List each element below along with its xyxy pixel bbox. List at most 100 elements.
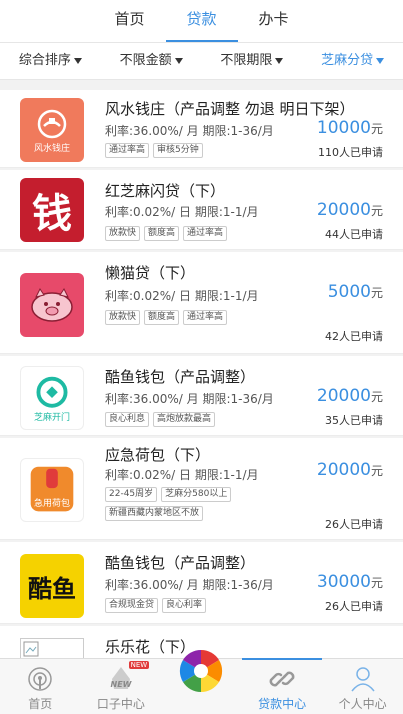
- aperture-icon: [179, 649, 223, 696]
- loan-rate: 利率:0.02%/ 日 期限:1-1/月: [105, 205, 259, 219]
- loan-rate: 利率:0.02%/ 日 期限:1-1/月: [105, 468, 259, 482]
- loan-tags: 放款快 额度高 通过率高: [105, 226, 305, 241]
- logo-text: 风水钱庄: [33, 144, 70, 154]
- loan-amount: 30000元: [317, 572, 383, 592]
- loan-title: 酷鱼钱包（产品调整）: [105, 368, 256, 386]
- new-badge: NEW: [128, 661, 150, 669]
- nav-profile[interactable]: 个人中心: [322, 659, 403, 714]
- nav-loan-center-label: 贷款中心: [258, 697, 307, 711]
- applicant-count: 26人已申请: [325, 518, 383, 531]
- amount-unit: 元: [370, 390, 383, 404]
- applicant-count: 35人已申请: [325, 414, 383, 427]
- nav-kouzi[interactable]: NEW NEW 口子中心: [81, 659, 162, 714]
- loan-tags: 放款快 额度高 通过率高: [105, 310, 305, 325]
- caret-down-icon: [376, 57, 385, 64]
- piggy-logo-icon: [20, 273, 84, 337]
- nav-home-label: 首页: [28, 697, 53, 711]
- applicant-count: 110人已申请: [318, 146, 383, 159]
- filter-term[interactable]: 不限期限: [202, 43, 303, 79]
- amount-value: 5000: [327, 282, 371, 302]
- loan-title: 红芝麻闪贷（下）: [105, 182, 226, 200]
- user-icon: [349, 665, 377, 696]
- fengshui-logo-icon: 风水钱庄: [20, 98, 84, 162]
- loan-item[interactable]: 懒猫贷（下） 利率:0.02%/ 日 期限:1-1/月 放款快 额度高 通过率高…: [0, 252, 403, 354]
- tag: 放款快: [105, 310, 141, 325]
- caret-down-icon: [275, 57, 284, 64]
- filter-amount-label: 不限金额: [119, 53, 172, 68]
- new-icon: NEW: [106, 665, 136, 696]
- loan-tags: 合规现金贷 良心利率: [105, 598, 305, 613]
- amount-unit: 元: [370, 576, 383, 590]
- loan-item[interactable]: 急用荷包 应急荷包（下） 利率:0.02%/ 日 期限:1-1/月 22-45周…: [0, 438, 403, 540]
- bottom-nav: 首页 NEW NEW 口子中心 贷款中心 个人中心: [0, 649, 403, 714]
- filter-bar: 综合排序 不限金额 不限期限 芝麻分贷: [0, 42, 403, 80]
- logo-text: 钱: [32, 190, 72, 237]
- loan-amount: 5000元: [328, 282, 383, 302]
- caret-down-icon: [73, 57, 82, 64]
- tag: 额度高: [144, 226, 180, 241]
- filter-zhima[interactable]: 芝麻分贷: [302, 43, 403, 79]
- amount-unit: 元: [370, 204, 383, 218]
- tag: 高炮放款最高: [153, 412, 216, 427]
- tag: 合规现金贷: [105, 598, 159, 613]
- tag: 审核5分钟: [153, 143, 203, 158]
- loan-item[interactable]: 酷鱼 酷鱼钱包（产品调整） 利率:36.00%/ 月 期限:1-36/月 合规现…: [0, 542, 403, 624]
- amount-value: 20000: [316, 460, 371, 480]
- nav-loan-center[interactable]: 贷款中心: [241, 658, 323, 714]
- amount-unit: 元: [370, 286, 383, 300]
- qian-logo-icon: 钱: [20, 178, 84, 242]
- loan-title: 应急荷包（下）: [105, 446, 211, 464]
- loan-tags: 良心利息 高炮放款最高: [105, 412, 305, 427]
- loan-title: 风水钱庄（产品调整 勿退 明日下架）: [105, 100, 355, 118]
- nav-center[interactable]: [161, 649, 242, 714]
- home-signal-icon: [26, 665, 54, 696]
- nav-profile-label: 个人中心: [338, 697, 387, 711]
- loan-title: 酷鱼钱包（产品调整）: [105, 554, 256, 572]
- loan-rate: 利率:36.00%/ 月 期限:1-36/月: [105, 392, 274, 406]
- loan-rate: 利率:36.00%/ 月 期限:1-36/月: [105, 578, 274, 592]
- filter-zhima-label: 芝麻分贷: [321, 53, 374, 68]
- wallet-logo-icon: 急用荷包: [20, 458, 84, 522]
- tag: 额度高: [144, 310, 180, 325]
- loan-rate: 利率:36.00%/ 月 期限:1-36/月: [105, 124, 274, 138]
- top-tab-bar: 首页 贷款 办卡: [0, 0, 403, 42]
- amount-unit: 元: [370, 464, 383, 478]
- tag: 22-45周岁: [105, 487, 158, 502]
- zhima-logo-icon: 芝麻开门: [20, 366, 84, 430]
- tag: 通过率高: [183, 226, 228, 241]
- amount-value: 30000: [316, 572, 371, 592]
- tag: 良心利息: [105, 412, 150, 427]
- tag: 通过率高: [183, 310, 228, 325]
- tag: 良心利率: [162, 598, 207, 613]
- applicant-count: 42人已申请: [325, 330, 383, 343]
- filter-amount[interactable]: 不限金额: [101, 43, 202, 79]
- loan-amount: 20000元: [317, 460, 383, 480]
- applicant-count: 44人已申请: [325, 228, 383, 241]
- tag: 新疆西藏内蒙地区不放: [105, 506, 204, 521]
- nav-kouzi-label: 口子中心: [96, 697, 145, 711]
- loan-item[interactable]: 芝麻开门 酷鱼钱包（产品调整） 利率:36.00%/ 月 期限:1-36/月 良…: [0, 356, 403, 436]
- tab-loans[interactable]: 贷款: [165, 0, 238, 42]
- caret-down-icon: [174, 57, 183, 64]
- link-icon: [268, 665, 296, 696]
- svg-text:NEW: NEW: [110, 680, 132, 689]
- tab-cards[interactable]: 办卡: [238, 0, 310, 42]
- loan-amount: 20000元: [317, 386, 383, 406]
- amount-value: 20000: [316, 386, 371, 406]
- loan-item[interactable]: 钱 红芝麻闪贷（下） 利率:0.02%/ 日 期限:1-1/月 放款快 额度高 …: [0, 170, 403, 250]
- filter-sort[interactable]: 综合排序: [0, 43, 101, 79]
- amount-unit: 元: [370, 122, 383, 136]
- filter-term-label: 不限期限: [220, 53, 273, 68]
- tag: 芝麻分580以上: [161, 487, 232, 502]
- loan-amount: 20000元: [317, 200, 383, 220]
- loan-amount: 10000元: [317, 118, 383, 138]
- amount-value: 20000: [316, 200, 371, 220]
- nav-home[interactable]: 首页: [0, 659, 81, 714]
- tag: 放款快: [105, 226, 141, 241]
- broken-image-icon: [20, 638, 84, 658]
- logo-text: 急用荷包: [33, 499, 70, 509]
- tab-home[interactable]: 首页: [94, 0, 166, 42]
- loan-item[interactable]: 风水钱庄 风水钱庄（产品调整 勿退 明日下架） 利率:36.00%/ 月 期限:…: [0, 90, 403, 168]
- amount-value: 10000: [316, 118, 371, 138]
- loan-tags: 22-45周岁 芝麻分580以上 新疆西藏内蒙地区不放: [105, 487, 255, 521]
